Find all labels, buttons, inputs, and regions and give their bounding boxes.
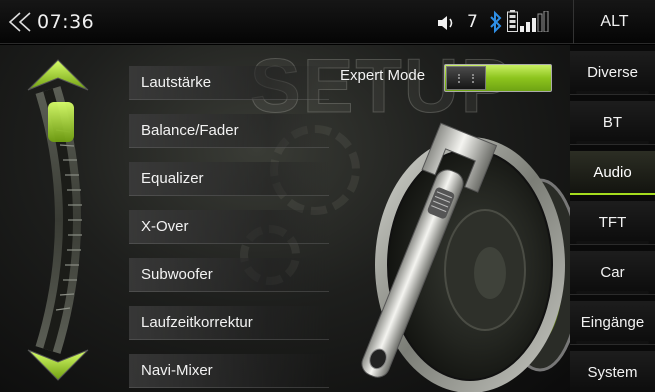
bluetooth-icon [490, 10, 502, 34]
nav-label: BT [602, 114, 623, 131]
battery-icon [507, 10, 518, 32]
speaker-volume-icon[interactable] [436, 15, 456, 31]
speaker-wrench-illustration [361, 122, 570, 392]
nav-eingaenge[interactable]: Eingänge [570, 301, 655, 345]
scroll-thumb [48, 102, 74, 142]
side-navigation: Diverse BT Audio TFT Car Eingänge System [570, 45, 655, 392]
nav-label: Eingänge [580, 314, 645, 331]
menu-item-balance-fader[interactable]: Balance/Fader [129, 114, 329, 148]
nav-tft[interactable]: TFT [570, 201, 655, 245]
menu-item-x-over[interactable]: X-Over [129, 210, 329, 244]
menu-item-navi-mixer[interactable]: Navi-Mixer [129, 354, 329, 388]
menu-item-subwoofer[interactable]: Subwoofer [129, 258, 329, 292]
menu-item-laufzeitkorrektur[interactable]: Laufzeitkorrektur [129, 306, 329, 340]
nav-system[interactable]: System [570, 351, 655, 392]
nav-label: TFT [598, 214, 627, 231]
clock: 07:36 [37, 11, 95, 33]
nav-diverse[interactable]: Diverse [570, 51, 655, 95]
scroll-down-arrow-icon [27, 349, 89, 381]
scroll-up-arrow-icon [27, 59, 89, 91]
setup-panel: SETUP Lautstärke Balance/Fader Equalizer… [0, 45, 570, 392]
back-chevron-icon[interactable] [8, 11, 32, 33]
signal-strength-icon [520, 11, 549, 32]
nav-label: System [587, 364, 638, 381]
nav-audio[interactable]: Audio [570, 151, 655, 195]
nav-label: Diverse [587, 64, 638, 81]
alt-button[interactable]: ALT [573, 0, 655, 44]
expert-mode-label: Expert Mode [340, 67, 426, 84]
volume-level: 7 [467, 12, 478, 32]
expert-mode-toggle[interactable] [444, 64, 552, 92]
status-bar: 07:36 7 ALT [0, 0, 655, 44]
nav-bt[interactable]: BT [570, 101, 655, 145]
menu-item-lautstaerke[interactable]: Lautstärke [129, 66, 329, 100]
nav-label: Car [600, 264, 625, 281]
nav-label: Audio [593, 163, 632, 181]
toggle-knob[interactable] [446, 66, 486, 90]
scroll-rail[interactable] [18, 50, 128, 390]
nav-car[interactable]: Car [570, 251, 655, 295]
menu-item-equalizer[interactable]: Equalizer [129, 162, 329, 196]
